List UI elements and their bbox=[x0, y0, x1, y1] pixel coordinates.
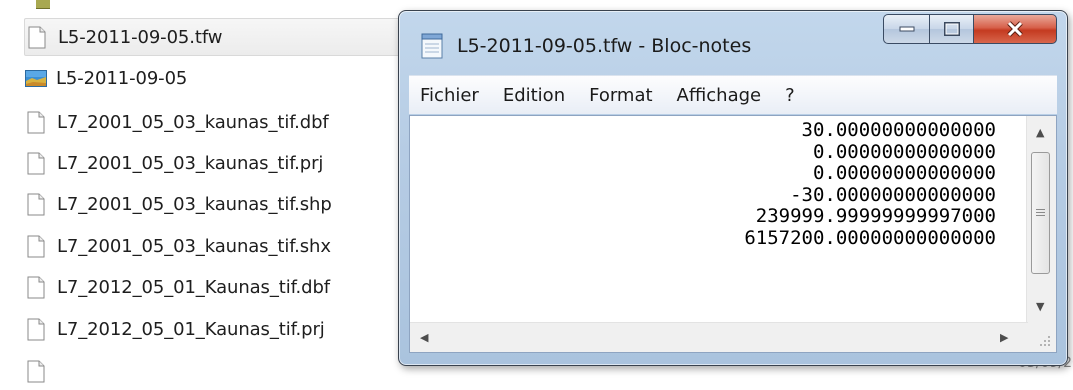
scroll-down-icon[interactable]: ▼ bbox=[1036, 300, 1044, 313]
resize-grip-icon bbox=[1040, 336, 1050, 346]
text-editor[interactable]: 30.00000000000000 0.00000000000000 0.000… bbox=[409, 115, 1057, 353]
file-row[interactable]: L7_2012_05_01_Kaunas_tif.prj bbox=[27, 310, 325, 348]
text-file-icon bbox=[28, 26, 46, 49]
menu-help[interactable]: ? bbox=[774, 85, 808, 106]
partial-folder-icon bbox=[36, 0, 50, 9]
menu-fichier[interactable]: Fichier bbox=[409, 85, 492, 106]
text-line: 239999.99999999997000 bbox=[755, 205, 996, 227]
file-row[interactable]: L7_2001_05_03_kaunas_tif.prj bbox=[27, 144, 323, 182]
file-name: L5-2011-09-05 bbox=[56, 67, 188, 89]
maximize-button[interactable] bbox=[929, 14, 973, 44]
text-line: 0.00000000000000 bbox=[812, 140, 996, 163]
file-row[interactable]: L7_2012_05_01_Kaunas_tif.dbf bbox=[27, 268, 330, 306]
file-name: L5-2011-09-05.tfw bbox=[58, 26, 223, 48]
partial-file-row[interactable] bbox=[27, 352, 57, 390]
text-line: 30.00000000000000 bbox=[801, 119, 996, 141]
resize-grip[interactable] bbox=[1027, 323, 1056, 352]
text-line: 6157200.00000000000000 bbox=[744, 226, 996, 249]
file-name: L7_2001_05_03_kaunas_tif.dbf bbox=[57, 111, 329, 133]
vertical-scrollbar[interactable]: ▲ ▼ bbox=[1026, 116, 1056, 324]
notepad-window[interactable]: L5-2011-09-05.tfw - Bloc-notes Fichier E… bbox=[398, 10, 1068, 366]
scroll-up-icon[interactable]: ▲ bbox=[1036, 126, 1044, 139]
file-name: L7_2001_05_03_kaunas_tif.prj bbox=[57, 152, 324, 174]
image-file-icon bbox=[25, 69, 47, 87]
notepad-icon bbox=[421, 33, 443, 59]
scroll-left-icon[interactable]: ◀ bbox=[420, 331, 428, 344]
window-title: L5-2011-09-05.tfw - Bloc-notes bbox=[457, 35, 752, 57]
menu-edition[interactable]: Edition bbox=[492, 85, 578, 106]
file-row[interactable]: L5-2011-09-05 bbox=[25, 59, 188, 97]
file-name: L7_2001_05_03_kaunas_tif.shp bbox=[57, 193, 332, 215]
file-row[interactable]: L7_2001_05_03_kaunas_tif.shp bbox=[27, 185, 332, 223]
close-button[interactable] bbox=[973, 14, 1057, 44]
text-content[interactable]: 30.00000000000000 0.00000000000000 0.000… bbox=[410, 116, 1028, 324]
menu-format[interactable]: Format bbox=[578, 85, 665, 106]
text-line: -30.00000000000000 bbox=[790, 183, 996, 206]
grip-icon bbox=[1036, 209, 1045, 216]
scroll-right-icon[interactable]: ▶ bbox=[1000, 331, 1008, 344]
text-file-icon bbox=[27, 193, 45, 216]
text-file-icon bbox=[27, 235, 45, 258]
minimize-icon bbox=[899, 26, 914, 32]
horizontal-scrollbar[interactable]: ◀ ▶ bbox=[410, 322, 1028, 352]
menu-affichage[interactable]: Affichage bbox=[666, 85, 775, 106]
menu-bar: Fichier Edition Format Affichage ? bbox=[409, 75, 1057, 114]
file-row[interactable]: L7_2001_05_03_kaunas_tif.shx bbox=[27, 227, 331, 265]
file-row[interactable]: L5-2011-09-05.tfw bbox=[24, 18, 416, 56]
file-name: L7_2001_05_03_kaunas_tif.shx bbox=[57, 235, 331, 257]
text-file-icon bbox=[27, 111, 45, 134]
text-file-icon bbox=[27, 276, 45, 299]
text-file-icon bbox=[27, 318, 45, 341]
text-file-icon bbox=[27, 152, 45, 175]
caption-buttons bbox=[883, 14, 1057, 44]
file-name: L7_2012_05_01_Kaunas_tif.dbf bbox=[57, 276, 331, 298]
maximize-icon bbox=[943, 22, 960, 36]
file-name: L7_2012_05_01_Kaunas_tif.prj bbox=[57, 318, 325, 340]
text-line: 0.00000000000000 bbox=[812, 162, 996, 184]
text-file-icon bbox=[27, 360, 45, 383]
file-row[interactable]: L7_2001_05_03_kaunas_tif.dbf bbox=[27, 103, 329, 141]
close-icon bbox=[1007, 21, 1023, 37]
minimize-button[interactable] bbox=[883, 14, 929, 44]
vertical-scroll-thumb[interactable] bbox=[1031, 152, 1050, 274]
